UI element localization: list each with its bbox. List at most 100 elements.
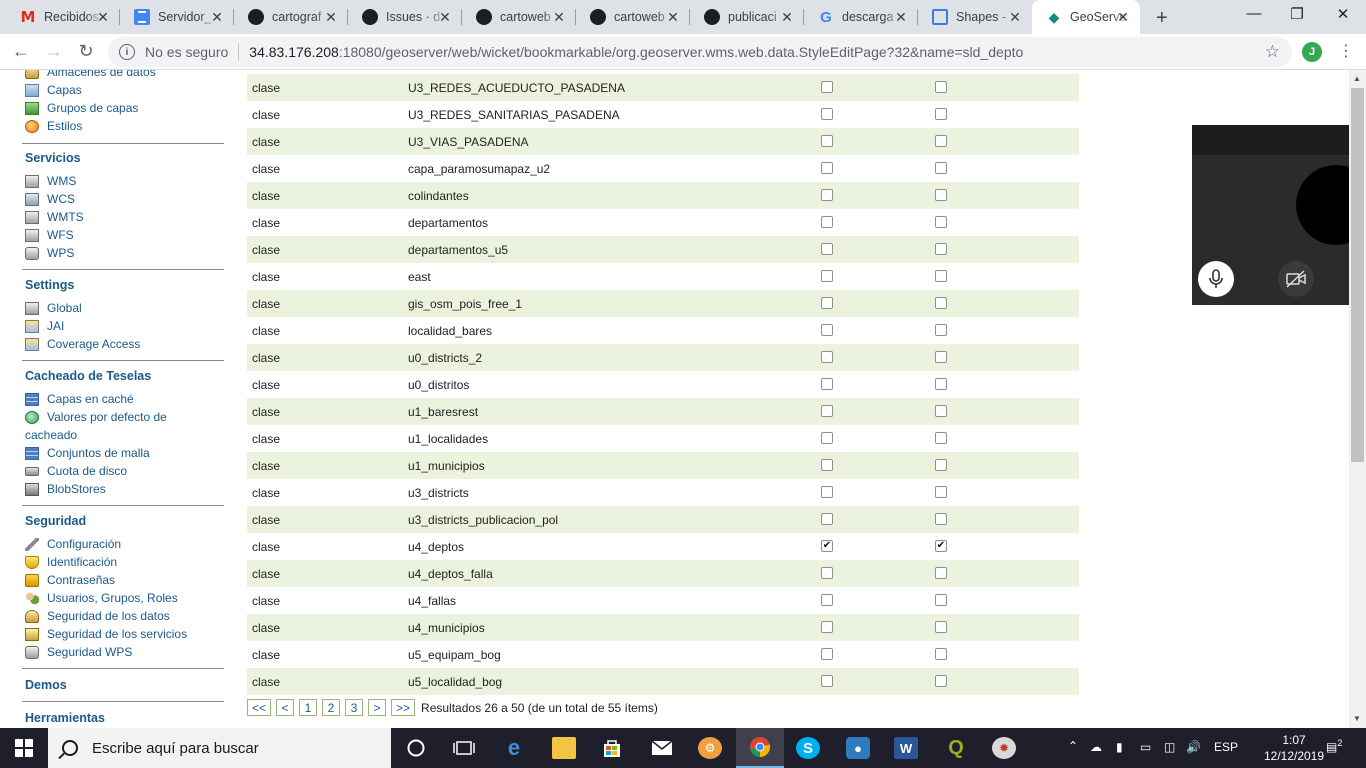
taskbar-edge[interactable]: e — [490, 728, 538, 768]
microphone-button[interactable] — [1198, 261, 1234, 297]
row-checkbox-a[interactable] — [821, 594, 833, 606]
tab-close-icon[interactable]: ✕ — [1008, 10, 1022, 24]
row-checkbox-b[interactable] — [935, 324, 947, 336]
row-checkbox-a[interactable] — [821, 216, 833, 228]
row-checkbox-b[interactable] — [935, 297, 947, 309]
sidebar-item-security-0[interactable]: Configuración — [25, 537, 121, 551]
browser-tab[interactable]: Gdescarga ✕ — [804, 0, 918, 34]
sidebar-item-tiles-4[interactable]: BlobStores — [25, 482, 106, 496]
microphone-tray-icon[interactable]: ▮ — [1116, 740, 1123, 754]
sidebar-heading-demos[interactable]: Demos — [25, 678, 67, 692]
browser-tab[interactable]: Servidor_ ✕ — [120, 0, 234, 34]
row-checkbox-b[interactable] — [935, 432, 947, 444]
row-checkbox-a[interactable] — [821, 297, 833, 309]
back-arrow-icon[interactable]: ← — [10, 41, 32, 62]
row-checkbox-a[interactable] — [821, 432, 833, 444]
taskbar-search-app[interactable]: ● — [834, 728, 882, 768]
forward-arrow-icon[interactable]: → — [43, 41, 65, 62]
camera-off-button[interactable] — [1278, 261, 1314, 297]
taskbar-file-explorer[interactable] — [540, 728, 588, 768]
row-checkbox-a[interactable] — [821, 675, 833, 687]
row-checkbox-b[interactable] — [935, 351, 947, 363]
tab-close-icon[interactable]: ✕ — [666, 10, 680, 24]
profile-avatar[interactable]: J — [1302, 42, 1322, 62]
row-checkbox-a[interactable] — [821, 567, 833, 579]
row-checkbox-b[interactable] — [935, 648, 947, 660]
row-checkbox-b[interactable] — [935, 216, 947, 228]
row-checkbox-a[interactable] — [821, 648, 833, 660]
row-checkbox-b[interactable] — [935, 675, 947, 687]
sidebar-heading-security[interactable]: Seguridad — [25, 514, 86, 528]
taskbar-qgis[interactable]: Q — [932, 728, 980, 768]
sidebar-item-settings-1[interactable]: JAI — [25, 319, 64, 333]
pager-last-button[interactable]: >> — [391, 699, 416, 716]
sidebar-item-data-0[interactable]: Almacenes de datos — [25, 70, 156, 79]
task-view-button[interactable] — [440, 728, 488, 768]
browser-tab[interactable]: Shapes - ✕ — [918, 0, 1032, 34]
row-checkbox-a[interactable] — [821, 486, 833, 498]
tab-close-icon[interactable]: ✕ — [780, 10, 794, 24]
onedrive-cloud-icon[interactable]: ☁ — [1090, 740, 1102, 754]
row-checkbox-a[interactable] — [821, 378, 833, 390]
tab-close-icon[interactable]: ✕ — [324, 10, 338, 24]
video-call-widget[interactable] — [1192, 125, 1366, 305]
address-bar[interactable]: i No es seguro 34.83.176.208:18080/geose… — [108, 37, 1292, 67]
taskbar-skype[interactable]: S — [784, 728, 832, 768]
sidebar-item-settings-0[interactable]: Global — [25, 301, 82, 315]
row-checkbox-a[interactable] — [821, 513, 833, 525]
sidebar-heading-settings[interactable]: Settings — [25, 278, 74, 292]
row-checkbox-b[interactable] — [935, 189, 947, 201]
tab-close-icon[interactable]: ✕ — [438, 10, 452, 24]
row-checkbox-a[interactable] — [821, 351, 833, 363]
tab-close-icon[interactable]: ✕ — [552, 10, 566, 24]
pager-next-button[interactable]: > — [368, 699, 387, 716]
sidebar-item-tiles-1[interactable]: Valores por defecto de — [25, 410, 167, 424]
row-checkbox-a[interactable]: ✔ — [821, 540, 833, 552]
taskbar-store[interactable] — [588, 728, 636, 768]
row-checkbox-b[interactable] — [935, 567, 947, 579]
tab-close-icon[interactable]: ✕ — [1116, 10, 1130, 24]
maximize-icon[interactable]: ❐ — [1282, 5, 1312, 23]
sidebar-heading-tools[interactable]: Herramientas — [25, 711, 105, 725]
sidebar-heading-services[interactable]: Servicios — [25, 151, 81, 165]
sidebar-item-tiles-0[interactable]: Capas en caché — [25, 392, 134, 406]
row-checkbox-b[interactable] — [935, 243, 947, 255]
sidebar-item-label-wrap[interactable]: cacheado — [25, 428, 77, 442]
row-checkbox-a[interactable] — [821, 135, 833, 147]
pager-page-3[interactable]: 3 — [345, 699, 364, 716]
tab-close-icon[interactable]: ✕ — [210, 10, 224, 24]
taskbar-chrome[interactable] — [736, 728, 784, 768]
browser-tab[interactable]: ◆ GeoServer ✕ — [1032, 0, 1140, 34]
browser-tab[interactable]: Issues · d ✕ — [348, 0, 462, 34]
row-checkbox-b[interactable] — [935, 594, 947, 606]
row-checkbox-b[interactable] — [935, 135, 947, 147]
browser-menu-icon[interactable]: ⋮ — [1338, 41, 1354, 61]
reload-icon[interactable]: ↻ — [75, 41, 97, 62]
tray-chevron-up-icon[interactable]: ⌃ — [1068, 739, 1078, 753]
sidebar-item-data-1[interactable]: Capas — [25, 83, 82, 97]
sidebar-item-service-1[interactable]: WCS — [25, 192, 75, 206]
row-checkbox-b[interactable] — [935, 108, 947, 120]
row-checkbox-a[interactable] — [821, 162, 833, 174]
scrollbar-thumb[interactable] — [1351, 88, 1364, 462]
new-tab-plus-icon[interactable]: + — [1156, 7, 1168, 30]
sidebar-item-service-0[interactable]: WMS — [25, 174, 76, 188]
sidebar-item-settings-2[interactable]: Coverage Access — [25, 337, 140, 351]
bookmark-star-icon[interactable]: ☆ — [1265, 42, 1280, 62]
sidebar-item-security-6[interactable]: Seguridad WPS — [25, 645, 132, 659]
sidebar-heading-tiles[interactable]: Cacheado de Teselas — [25, 369, 151, 383]
row-checkbox-b[interactable] — [935, 270, 947, 282]
sidebar-item-security-3[interactable]: Usuarios, Grupos, Roles — [25, 591, 178, 605]
sidebar-item-tiles-3[interactable]: Cuota de disco — [25, 464, 127, 478]
sidebar-item-tiles-2[interactable]: Conjuntos de malla — [25, 446, 150, 460]
tab-close-icon[interactable]: ✕ — [894, 10, 908, 24]
row-checkbox-a[interactable] — [821, 243, 833, 255]
browser-tab[interactable]: cartograf ✕ — [234, 0, 348, 34]
taskbar-search-box[interactable]: Escribe aquí para buscar — [48, 728, 391, 768]
taskbar-settings-app[interactable]: ⚙ — [686, 728, 734, 768]
row-checkbox-b[interactable] — [935, 621, 947, 633]
network-icon[interactable]: ◫ — [1164, 740, 1175, 754]
sidebar-item-data-3[interactable]: Estilos — [25, 119, 82, 133]
scroll-up-icon[interactable]: ▲ — [1353, 74, 1361, 83]
volume-icon[interactable]: 🔊 — [1186, 740, 1201, 754]
